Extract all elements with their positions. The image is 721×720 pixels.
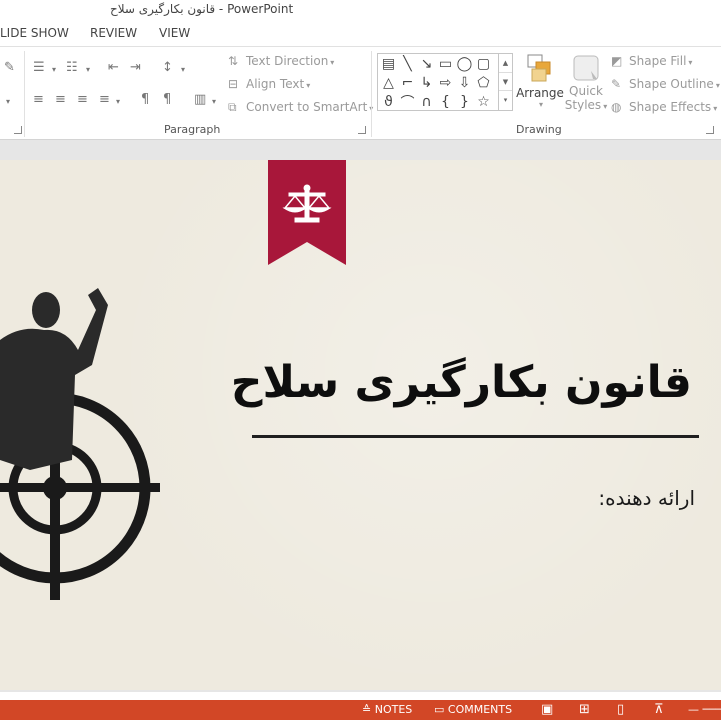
slide-sorter-icon[interactable]: ⊞ bbox=[579, 702, 590, 717]
right-to-left-icon[interactable]: ¶ bbox=[163, 93, 171, 107]
paint-bucket-icon: ◩ bbox=[611, 54, 623, 68]
chevron-down-icon: ▾ bbox=[538, 100, 543, 109]
gallery-more-icon[interactable]: ▾ bbox=[499, 91, 512, 110]
drawing-group-label: Drawing bbox=[516, 123, 562, 136]
eraser-icon[interactable]: ✎ bbox=[4, 61, 15, 75]
title-underline bbox=[252, 435, 699, 438]
down-arrow-shape-icon[interactable]: ⇩ bbox=[455, 74, 474, 91]
slide[interactable]: قانون بکارگیری سلاح ارائه دهنده: bbox=[0, 160, 721, 690]
arrange-button[interactable]: Arrange ▾ bbox=[516, 53, 564, 109]
status-bar: ≙ NOTES ▭ COMMENTS ▣ ⊞ ▯ ⊼ — ─── bbox=[0, 700, 721, 720]
freeform-shape-icon[interactable]: ϑ bbox=[379, 93, 398, 110]
left-to-right-icon[interactable]: ¶ bbox=[141, 93, 149, 107]
powerpoint-window: قانون بکارگیری سلاح - PowerPoint LIDE SH… bbox=[0, 0, 721, 720]
columns-icon[interactable]: ▥ bbox=[194, 93, 206, 107]
group-separator bbox=[24, 51, 25, 137]
arrange-icon bbox=[527, 54, 551, 82]
gallery-up-icon[interactable]: ▲ bbox=[499, 54, 512, 73]
group-separator bbox=[371, 51, 372, 137]
align-right-icon[interactable]: ≡ bbox=[77, 93, 88, 107]
effects-icon: ◍ bbox=[611, 100, 622, 114]
zoom-slider[interactable]: — ─── bbox=[688, 703, 721, 716]
notes-button[interactable]: ≙ NOTES bbox=[362, 703, 412, 716]
elbow-connector-shape-icon[interactable]: ⌐ bbox=[398, 74, 417, 91]
gallery-down-icon[interactable]: ▼ bbox=[499, 73, 512, 92]
tab-review[interactable]: REVIEW bbox=[90, 26, 137, 40]
arc-shape-icon[interactable]: ⌒ bbox=[398, 93, 417, 111]
bullets-icon[interactable]: ☰ bbox=[33, 61, 45, 75]
justify-icon[interactable]: ≡ bbox=[99, 93, 110, 107]
triangle-shape-icon[interactable]: △ bbox=[379, 74, 398, 91]
pen-icon: ✎ bbox=[611, 77, 622, 91]
oval-shape-icon[interactable]: ◯ bbox=[455, 55, 474, 72]
tab-view[interactable]: VIEW bbox=[159, 26, 190, 40]
slide-subtitle[interactable]: ارائه دهنده: bbox=[598, 486, 695, 510]
quick-styles-button[interactable]: Quick Styles ▾ bbox=[564, 53, 608, 114]
comments-button[interactable]: ▭ COMMENTS bbox=[434, 703, 512, 716]
right-arrow-shape-icon[interactable]: ⇨ bbox=[436, 74, 455, 91]
tab-slide-show[interactable]: LIDE SHOW bbox=[0, 26, 69, 40]
arrow-line-shape-icon[interactable]: ↘ bbox=[417, 55, 436, 72]
quick-styles-label-2: Styles ▾ bbox=[564, 98, 608, 112]
curve-shape-icon[interactable]: ∩ bbox=[417, 93, 436, 110]
chevron-down-icon[interactable]: ▾ bbox=[212, 95, 216, 109]
title-bar: قانون بکارگیری سلاح - PowerPoint bbox=[0, 0, 721, 22]
align-text-button[interactable]: ⊟ Align Text ▾ bbox=[228, 77, 310, 91]
shapes-gallery[interactable]: ▤ ╲ ↘ ▭ ◯ ▢ △ ⌐ ↳ ⇨ ⇩ ⬠ ϑ ⌒ ∩ { } ☆ ▲ ▼ … bbox=[377, 53, 513, 111]
increase-indent-icon[interactable]: ⇥ bbox=[130, 61, 141, 75]
ribbon-tabs: LIDE SHOW REVIEW VIEW bbox=[0, 22, 721, 46]
elbow-arrow-shape-icon[interactable]: ↳ bbox=[417, 74, 436, 91]
text-direction-icon: ⇅ bbox=[228, 54, 239, 68]
left-brace-shape-icon[interactable]: { bbox=[436, 93, 455, 110]
align-left-icon[interactable]: ≡ bbox=[33, 93, 44, 107]
chevron-down-icon[interactable]: ▾ bbox=[181, 63, 185, 77]
ribbon: ✎ ▾ ☰ ▾ ☷ ▾ ⇤ ⇥ ↕ ▾ ≡ ≡ ≡ ≡ ▾ ¶ ¶ ▥ ▾ ⇅ T… bbox=[0, 46, 721, 140]
drawing-dialog-launcher[interactable] bbox=[706, 126, 714, 134]
star-shape-icon[interactable]: ☆ bbox=[474, 93, 493, 110]
rectangle-shape-icon[interactable]: ▭ bbox=[436, 55, 455, 72]
convert-smartart-button[interactable]: ⧉Convert to SmartArt▾ bbox=[228, 100, 373, 115]
align-text-icon: ⊟ bbox=[228, 77, 239, 91]
slide-title[interactable]: قانون بکارگیری سلاح bbox=[231, 355, 692, 411]
person-silhouette-icon bbox=[0, 288, 108, 470]
gallery-scroll[interactable]: ▲ ▼ ▾ bbox=[498, 54, 512, 110]
arrange-label: Arrange bbox=[516, 86, 564, 100]
slide-editing-area: قانون بکارگیری سلاح ارائه دهنده: bbox=[0, 140, 721, 692]
shape-fill-button[interactable]: ◩ Shape Fill ▾ bbox=[611, 54, 692, 68]
line-shape-icon[interactable]: ╲ bbox=[398, 55, 417, 72]
smartart-icon: ⧉ bbox=[228, 100, 237, 114]
textbox-shape-icon[interactable]: ▤ bbox=[379, 55, 398, 72]
normal-view-icon[interactable]: ▣ bbox=[541, 702, 553, 717]
font-dialog-launcher[interactable] bbox=[14, 126, 22, 134]
reading-view-icon[interactable]: ▯ bbox=[617, 702, 624, 717]
decrease-indent-icon[interactable]: ⇤ bbox=[108, 61, 119, 75]
right-brace-shape-icon[interactable]: } bbox=[455, 93, 474, 110]
paragraph-dialog-launcher[interactable] bbox=[358, 126, 366, 134]
numbering-icon[interactable]: ☷ bbox=[66, 61, 78, 75]
paragraph-group-label: Paragraph bbox=[164, 123, 221, 136]
rounded-rectangle-shape-icon[interactable]: ▢ bbox=[474, 55, 493, 72]
chevron-down-icon[interactable]: ▾ bbox=[6, 95, 10, 109]
shape-outline-button[interactable]: ✎ Shape Outline ▾ bbox=[611, 77, 720, 91]
chevron-down-icon[interactable]: ▾ bbox=[116, 95, 120, 109]
align-center-icon[interactable]: ≡ bbox=[55, 93, 66, 107]
chevron-down-icon[interactable]: ▾ bbox=[86, 63, 90, 77]
window-title: قانون بکارگیری سلاح - PowerPoint bbox=[110, 2, 294, 16]
text-direction-button[interactable]: ⇅ Text Direction ▾ bbox=[228, 54, 334, 68]
slide-show-icon[interactable]: ⊼ bbox=[654, 702, 664, 717]
shape-effects-button[interactable]: ◍ Shape Effects ▾ bbox=[611, 100, 717, 114]
chevron-down-icon[interactable]: ▾ bbox=[52, 63, 56, 77]
quick-styles-icon bbox=[573, 55, 599, 81]
line-spacing-icon[interactable]: ↕ bbox=[162, 61, 173, 75]
slide-artwork bbox=[0, 160, 699, 600]
quick-styles-label-1: Quick bbox=[569, 84, 603, 98]
pentagon-shape-icon[interactable]: ⬠ bbox=[474, 74, 493, 91]
